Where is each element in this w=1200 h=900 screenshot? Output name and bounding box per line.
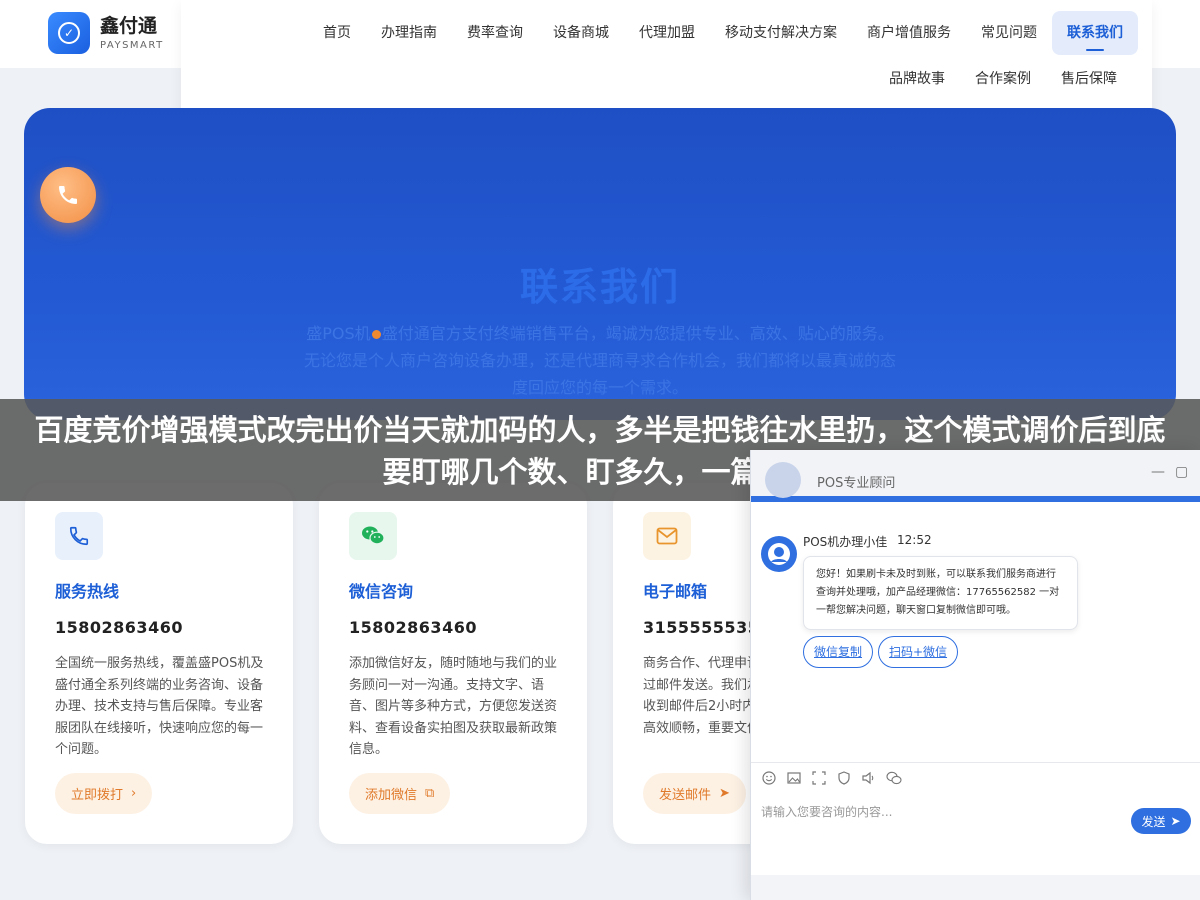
screenshot-icon[interactable] xyxy=(811,770,827,786)
floating-call-button[interactable] xyxy=(40,167,96,223)
avatar xyxy=(765,462,801,498)
contact-card-wechat: 微信咨询 15802863460 添加微信好友，随时随地与我们的业务顾问一对一沟… xyxy=(319,483,587,844)
speaker-icon[interactable] xyxy=(861,770,877,786)
card-title: 微信咨询 xyxy=(349,582,414,601)
paper-plane-icon: ➤ xyxy=(719,786,730,801)
add-wechat-button[interactable]: 添加微信 ⧉ xyxy=(349,773,451,814)
image-icon[interactable] xyxy=(786,770,802,786)
maximize-icon[interactable]: ▢ xyxy=(1175,464,1188,480)
hero-desc-prefix: 盛POS机 xyxy=(306,324,371,343)
chat-toolbar xyxy=(761,770,902,786)
call-now-label: 立即拨打 xyxy=(71,788,124,803)
check-shield-icon: ✓ xyxy=(48,12,90,54)
chevron-right-icon: › xyxy=(131,786,137,801)
wechat-icon xyxy=(349,512,397,560)
nav-item-after-sales[interactable]: 售后保障 xyxy=(1046,62,1132,96)
message-time: 12:52 xyxy=(897,533,932,547)
hero-section: 联系我们 盛POS机 盛付通官方支付终端销售平台，竭诚为您提供专业、高效、贴心的服… xyxy=(24,108,1176,420)
send-email-label: 发送邮件 xyxy=(659,788,712,803)
divider xyxy=(751,762,1200,763)
main-navigation: 首页 办理指南 费率查询 设备商城 代理加盟 移动支付解决方案 商户增值服务 常… xyxy=(181,0,1152,125)
phone-icon xyxy=(55,512,103,560)
phone-icon xyxy=(59,186,77,204)
paper-plane-icon: ➤ xyxy=(1170,814,1181,828)
chat-window: POS专业顾问 — ▢ POS机办理小佳 12:52 您好！如果刷卡未及时到账，… xyxy=(750,450,1200,900)
card-description: 添加微信好友，随时随地与我们的业务顾问一对一沟通。支持文字、语音、图片等多种方式… xyxy=(349,656,558,757)
card-title: 服务热线 xyxy=(55,582,120,601)
nav-item-merchant-services[interactable]: 商户增值服务 xyxy=(852,11,966,55)
nav-item-mobile-pay[interactable]: 移动支付解决方案 xyxy=(710,11,852,55)
nav-row-primary: 首页 办理指南 费率查询 设备商城 代理加盟 移动支付解决方案 商户增值服务 常… xyxy=(308,11,1138,55)
brand-name: 鑫付通 xyxy=(100,15,158,37)
hero-title: 联系我们 xyxy=(519,265,680,309)
nav-item-brand-story[interactable]: 品牌故事 xyxy=(874,62,960,96)
chat-message-input[interactable] xyxy=(761,800,1121,824)
copy-icon: ⧉ xyxy=(425,786,435,801)
wechat-number[interactable]: 15802863460 xyxy=(349,618,477,637)
emoji-icon[interactable] xyxy=(761,770,777,786)
mail-icon xyxy=(643,512,691,560)
chat-header: POS专业顾问 — ▢ xyxy=(751,450,1200,502)
card-title: 电子邮箱 xyxy=(643,582,708,601)
wechat-icon[interactable] xyxy=(886,770,902,786)
agent-avatar xyxy=(761,536,797,572)
call-now-button[interactable]: 立即拨打 › xyxy=(55,773,153,814)
add-wechat-label: 添加微信 xyxy=(365,788,418,803)
email-address[interactable]: 3155555535 xyxy=(643,618,759,637)
send-email-button[interactable]: 发送邮件 ➤ xyxy=(643,773,746,814)
nav-item-agency[interactable]: 代理加盟 xyxy=(624,11,710,55)
hotline-number[interactable]: 15802863460 xyxy=(55,618,183,637)
quick-reply-scan-wechat[interactable]: 扫码+微信 xyxy=(878,636,959,668)
agent-name: POS机办理小佳 xyxy=(803,535,888,549)
dot-icon xyxy=(371,330,381,339)
send-label: 发送 xyxy=(1141,814,1166,829)
brand-subtitle: PAYSMART xyxy=(100,40,164,51)
shield-icon[interactable] xyxy=(836,770,852,786)
chat-title: POS专业顾问 xyxy=(817,476,896,491)
nav-row-secondary: 品牌故事 合作案例 售后保障 xyxy=(874,62,1132,96)
brand-logo[interactable]: ✓ 鑫付通 PAYSMART xyxy=(48,12,164,54)
send-button[interactable]: 发送 ➤ xyxy=(1131,808,1191,834)
hero-desc-text: 盛付通官方支付终端销售平台，竭诚为您提供专业、高效、贴心的服务。 无论您是个人商… xyxy=(303,324,896,397)
nav-item-cases[interactable]: 合作案例 xyxy=(960,62,1046,96)
nav-item-store[interactable]: 设备商城 xyxy=(538,11,624,55)
card-description: 全国统一服务热线，覆盖盛POS机及盛付通全系列终端的业务咨询、设备办理、技术支持… xyxy=(55,656,264,757)
hero-description: 盛POS机 盛付通官方支付终端销售平台，竭诚为您提供专业、高效、贴心的服务。 无论… xyxy=(300,320,900,401)
contact-card-hotline: 服务热线 15802863460 全国统一服务热线，覆盖盛POS机及盛付通全系列… xyxy=(25,483,293,844)
nav-item-rates[interactable]: 费率查询 xyxy=(452,11,538,55)
minimize-icon[interactable]: — xyxy=(1151,464,1165,480)
chat-footer xyxy=(751,875,1200,900)
quick-reply-copy-wechat[interactable]: 微信复制 xyxy=(803,636,874,668)
nav-item-contact[interactable]: 联系我们 xyxy=(1052,11,1138,55)
nav-item-guide[interactable]: 办理指南 xyxy=(366,11,452,55)
nav-item-faq[interactable]: 常见问题 xyxy=(966,11,1052,55)
nav-item-home[interactable]: 首页 xyxy=(308,11,366,55)
agent-message: 您好！如果刷卡未及时到账，可以联系我们服务商进行查询并处理哦，加产品经理微信：1… xyxy=(803,556,1078,630)
